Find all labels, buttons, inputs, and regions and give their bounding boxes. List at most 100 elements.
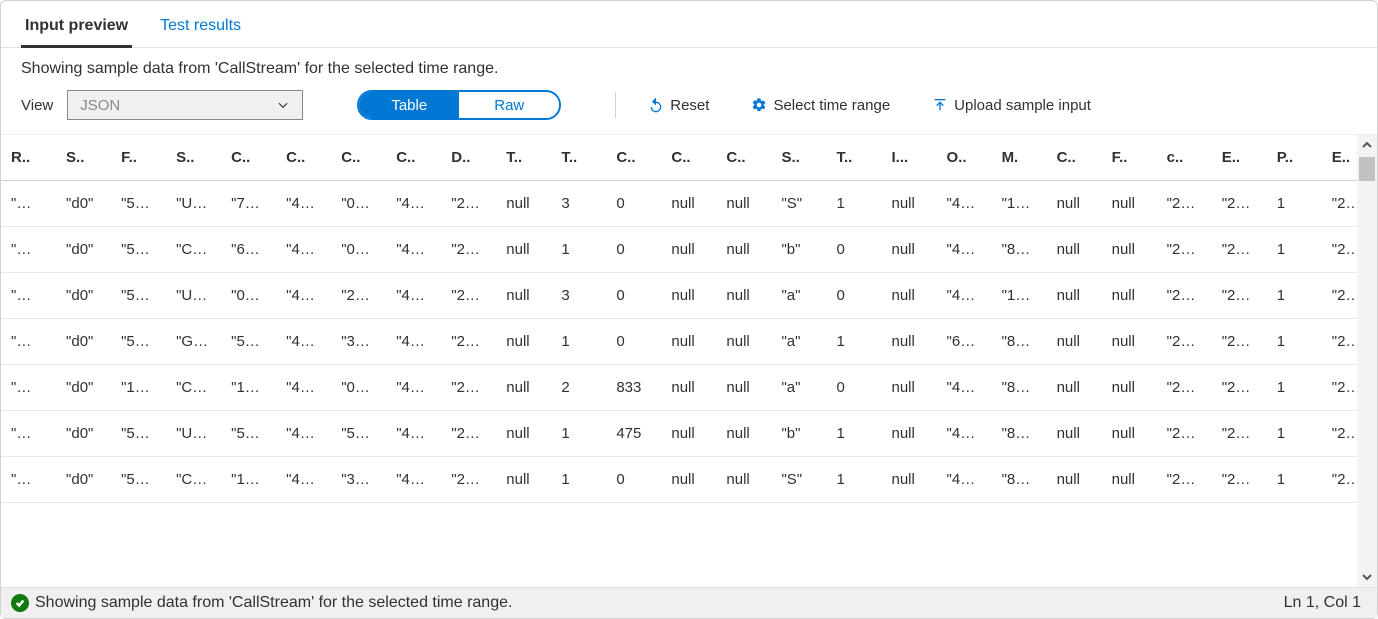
column-header[interactable]: C..	[386, 135, 441, 181]
column-header[interactable]: M.	[992, 135, 1047, 181]
column-header[interactable]: O..	[937, 135, 992, 181]
table-cell: "1…	[992, 181, 1047, 227]
table-cell: "d0"	[56, 319, 111, 365]
tab-input-preview[interactable]: Input preview	[21, 11, 132, 48]
column-header[interactable]: S..	[166, 135, 221, 181]
table-cell: "5…	[111, 181, 166, 227]
table-cell: "…	[1, 457, 56, 503]
column-header[interactable]: I...	[882, 135, 937, 181]
table-cell: "U…	[166, 181, 221, 227]
table-row[interactable]: "…"d0""5…"G…"5…"4…"3…"4…"2…null10nullnul…	[1, 319, 1377, 365]
table-cell: null	[661, 365, 716, 411]
tab-test-results[interactable]: Test results	[156, 11, 245, 47]
table-cell: 1	[1267, 273, 1322, 319]
table-cell: "8…	[992, 457, 1047, 503]
tab-bar: Input preview Test results	[1, 1, 1377, 48]
column-header[interactable]: C..	[716, 135, 771, 181]
column-header[interactable]: C..	[606, 135, 661, 181]
table-cell: "d0"	[56, 273, 111, 319]
column-header[interactable]: C..	[276, 135, 331, 181]
table-cell: null	[496, 411, 551, 457]
table-cell: 1	[1267, 411, 1322, 457]
table-cell: null	[1102, 411, 1157, 457]
table-cell: null	[1047, 227, 1102, 273]
reset-icon	[648, 97, 664, 113]
table-row[interactable]: "…"d0""1…"C…"1…"4…"0…"4…"2…null2833nulln…	[1, 365, 1377, 411]
column-header[interactable]: C..	[1047, 135, 1102, 181]
column-header[interactable]: D..	[441, 135, 496, 181]
upload-icon	[932, 97, 948, 113]
vertical-scrollbar[interactable]	[1357, 135, 1377, 587]
table-cell: 0	[606, 319, 661, 365]
table-row[interactable]: "…"d0""5…"C…"1…"4…"3…"4…"2…null10nullnul…	[1, 457, 1377, 503]
toolbar: View JSON Table Raw Reset Select time ra…	[1, 86, 1377, 134]
table-row[interactable]: "…"d0""5…"U…"5…"4…"5…"4…"2…null1475nulln…	[1, 411, 1377, 457]
table-cell: null	[882, 273, 937, 319]
table-cell: "2…	[441, 273, 496, 319]
table-cell: "U…	[166, 411, 221, 457]
column-header[interactable]: C..	[221, 135, 276, 181]
table-cell: null	[1102, 457, 1157, 503]
table-cell: "d0"	[56, 227, 111, 273]
scroll-down-icon[interactable]	[1357, 567, 1377, 587]
table-cell: "2…	[441, 319, 496, 365]
scroll-thumb[interactable]	[1359, 157, 1375, 181]
table-cell: "1…	[111, 365, 166, 411]
column-header[interactable]: T..	[551, 135, 606, 181]
table-cell: 833	[606, 365, 661, 411]
view-dropdown-value: JSON	[80, 97, 120, 114]
column-header[interactable]: F..	[111, 135, 166, 181]
table-cell: null	[716, 319, 771, 365]
table-cell: "4…	[276, 365, 331, 411]
column-header[interactable]: T..	[826, 135, 881, 181]
column-header[interactable]: C..	[661, 135, 716, 181]
view-dropdown[interactable]: JSON	[67, 90, 303, 120]
chevron-down-icon	[276, 98, 290, 112]
scroll-up-icon[interactable]	[1357, 135, 1377, 155]
seg-raw-button[interactable]: Raw	[459, 92, 559, 118]
column-header[interactable]: F..	[1102, 135, 1157, 181]
table-cell: "0…	[331, 181, 386, 227]
table-cell: null	[1047, 273, 1102, 319]
toolbar-divider	[615, 92, 616, 118]
table-row[interactable]: "…"d0""5…"C…"6…"4…"0…"4…"2…null10nullnul…	[1, 227, 1377, 273]
table-header-row: R..S..F..S..C..C..C..C..D..T..T..C..C..C…	[1, 135, 1377, 181]
table-cell: "d0"	[56, 365, 111, 411]
table-cell: null	[882, 365, 937, 411]
reset-button[interactable]: Reset	[648, 97, 709, 114]
select-time-range-button[interactable]: Select time range	[751, 97, 890, 114]
table-cell: "2…	[1157, 411, 1212, 457]
status-message: Showing sample data from 'CallStream' fo…	[35, 594, 512, 612]
column-header[interactable]: C..	[331, 135, 386, 181]
table-cell: null	[661, 181, 716, 227]
table-cell: null	[882, 319, 937, 365]
table-cell: "d0"	[56, 411, 111, 457]
column-header[interactable]: P..	[1267, 135, 1322, 181]
table-cell: "5…	[331, 411, 386, 457]
table-cell: "G…	[166, 319, 221, 365]
table-cell: "1…	[221, 365, 276, 411]
table-cell: null	[882, 227, 937, 273]
column-header[interactable]: S..	[771, 135, 826, 181]
column-header[interactable]: S..	[56, 135, 111, 181]
table-cell: 475	[606, 411, 661, 457]
upload-sample-button[interactable]: Upload sample input	[932, 97, 1091, 114]
table-cell: 3	[551, 273, 606, 319]
table-cell: "…	[1, 411, 56, 457]
upload-sample-label: Upload sample input	[954, 97, 1091, 114]
table-cell: "8…	[992, 319, 1047, 365]
table-cell: null	[1102, 227, 1157, 273]
table-row[interactable]: "…"d0""5…"U…"0…"4…"2…"4…"2…null30nullnul…	[1, 273, 1377, 319]
table-row[interactable]: "…"d0""5…"U…"7…"4…"0…"4…"2…null30nullnul…	[1, 181, 1377, 227]
table-cell: "2…	[1212, 227, 1267, 273]
table-cell: "5…	[221, 319, 276, 365]
column-header[interactable]: T..	[496, 135, 551, 181]
column-header[interactable]: c..	[1157, 135, 1212, 181]
seg-table-button[interactable]: Table	[359, 92, 459, 118]
column-header[interactable]: R..	[1, 135, 56, 181]
table-cell: null	[496, 181, 551, 227]
column-header[interactable]: E..	[1212, 135, 1267, 181]
table-cell: "4…	[937, 411, 992, 457]
table-cell: null	[661, 273, 716, 319]
table-cell: "4…	[937, 457, 992, 503]
